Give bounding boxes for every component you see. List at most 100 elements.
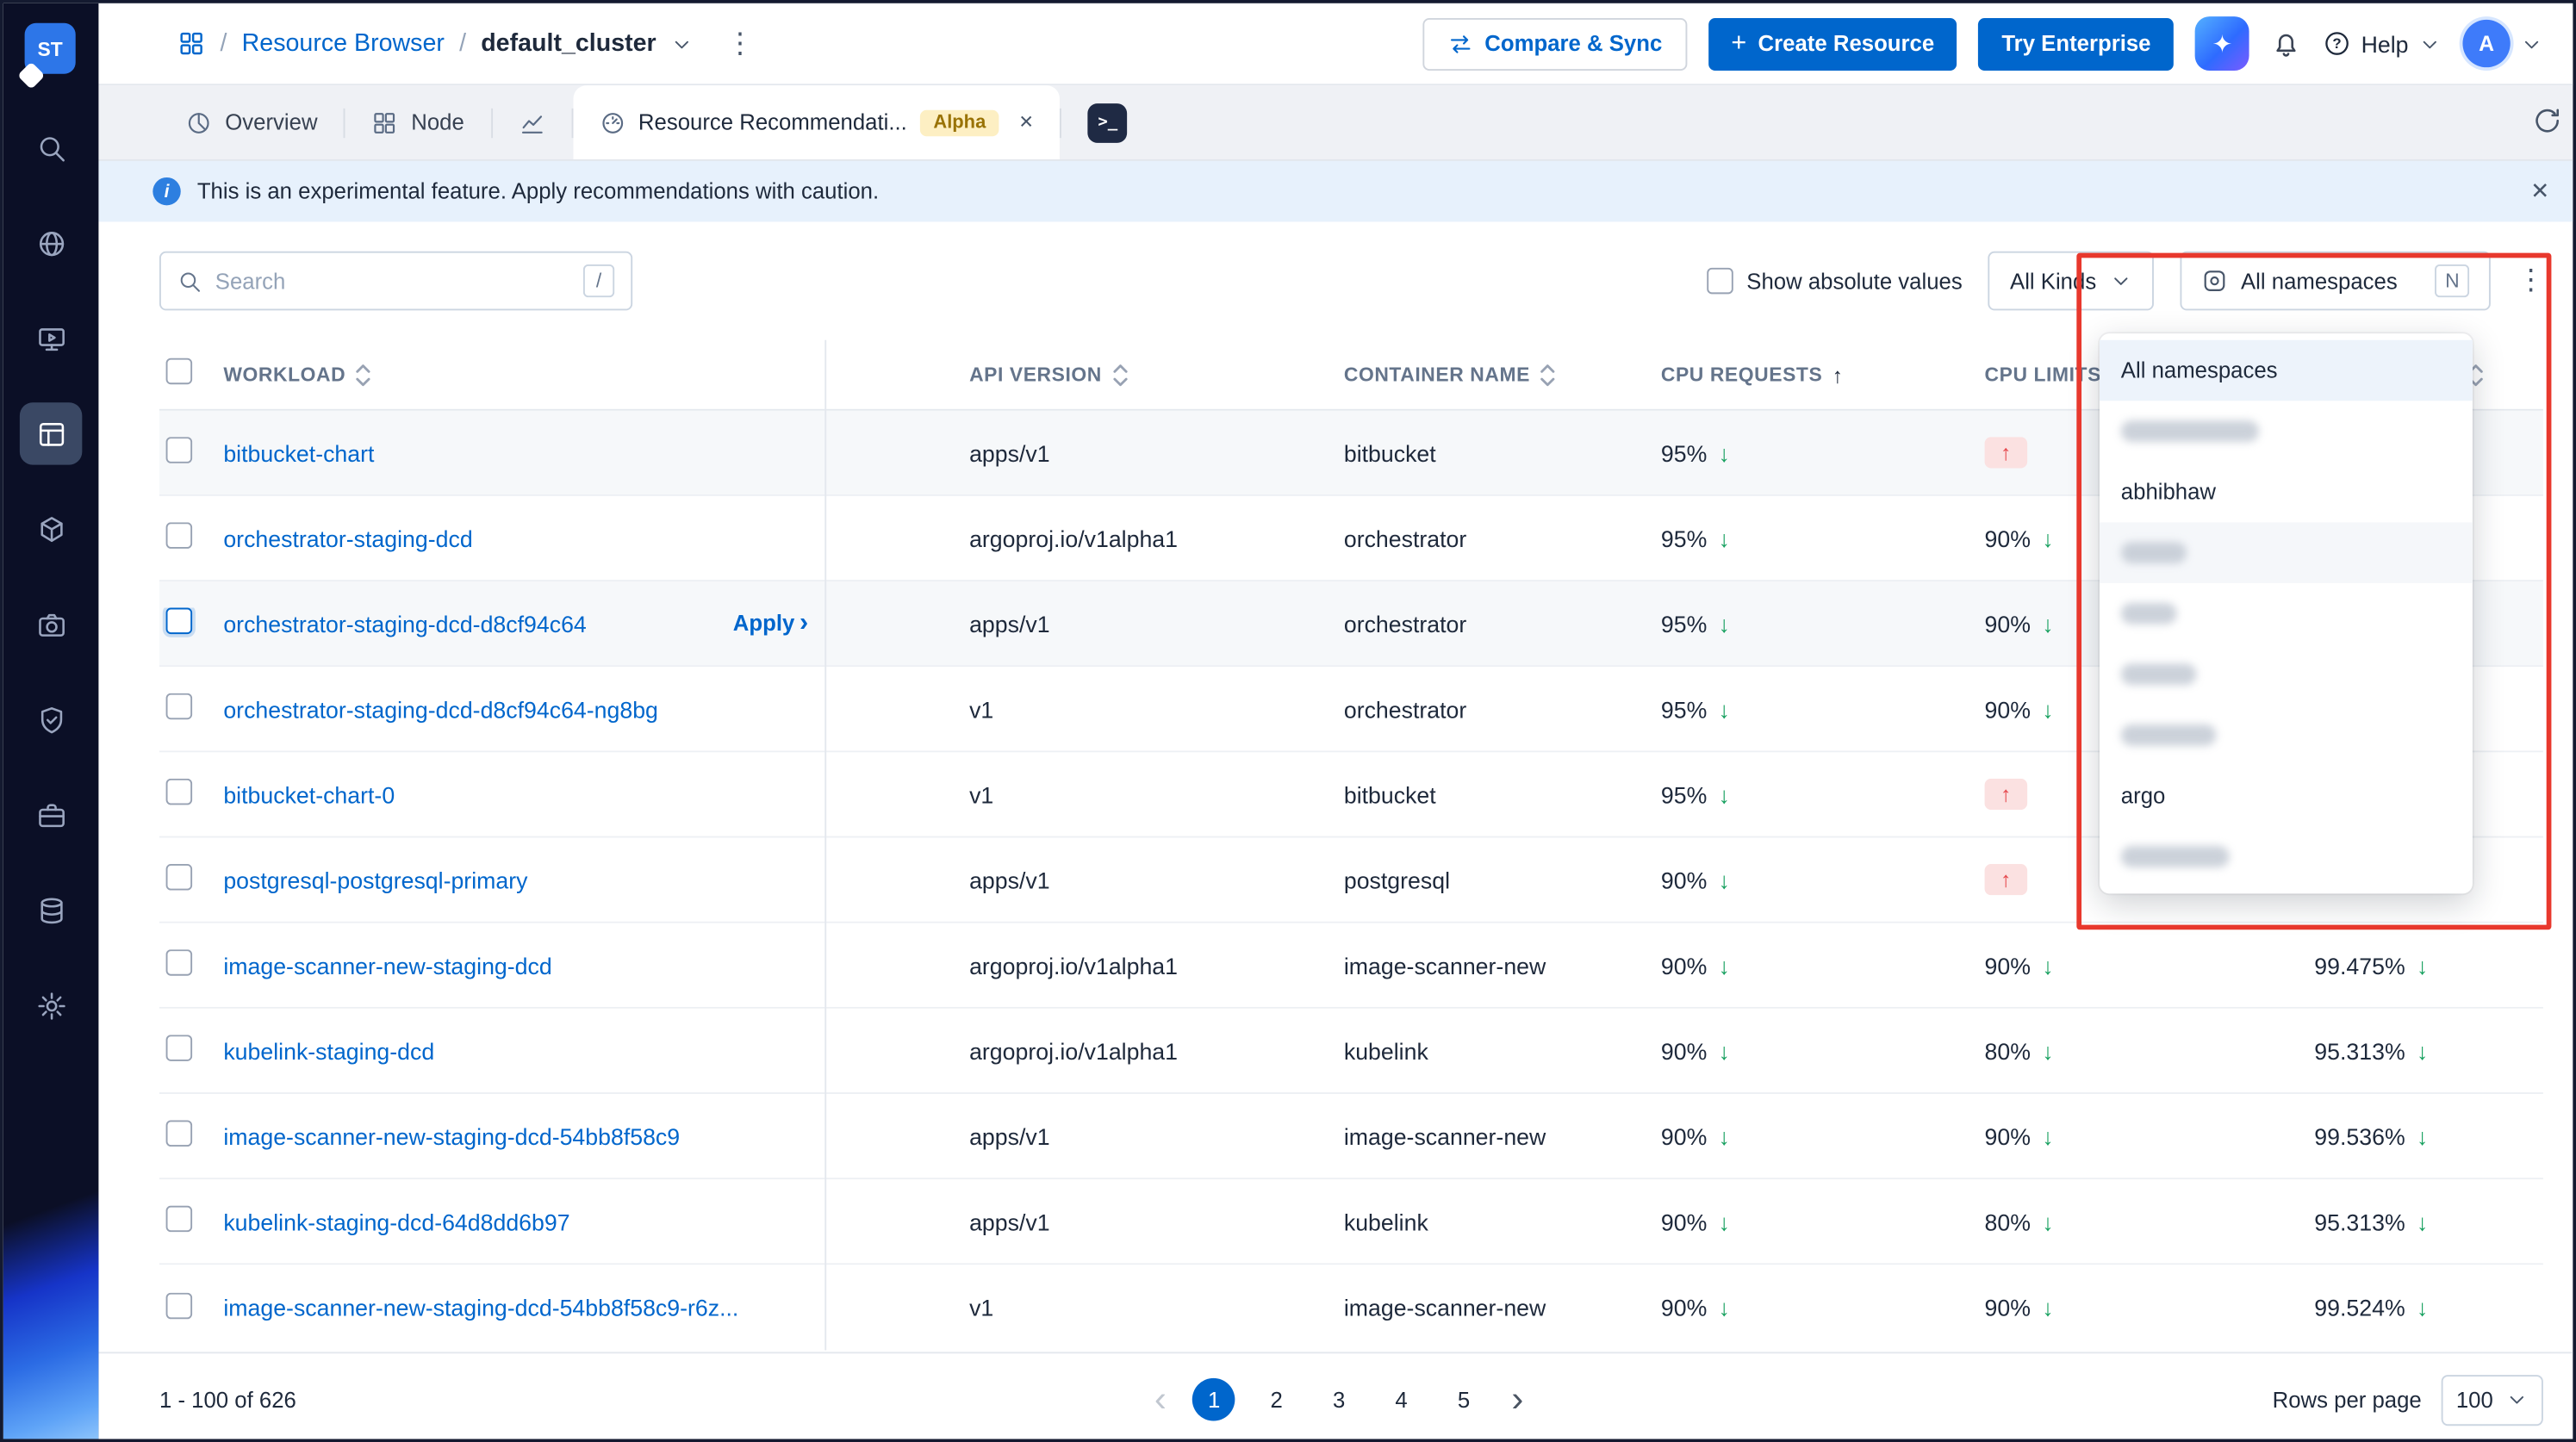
row-checkbox[interactable] — [165, 1035, 193, 1061]
api-version-cell: apps/v1 — [969, 439, 1050, 466]
workload-link[interactable]: postgresql-postgresql-primary — [223, 867, 527, 893]
sidebar-item-policies[interactable] — [20, 688, 82, 750]
chevron-down-icon — [2520, 32, 2543, 55]
more-options-kebab-icon[interactable]: ⋮ — [2517, 264, 2544, 297]
container-name-cell: image-scanner-new — [1343, 1294, 1546, 1321]
tab-monitoring[interactable] — [492, 85, 571, 159]
column-header-api-version[interactable]: API VERSION — [969, 362, 1344, 387]
create-resource-button[interactable]: + Create Resource — [1708, 17, 1957, 71]
org-logo[interactable]: ST — [17, 22, 84, 99]
sidebar-item-clusters[interactable] — [20, 212, 82, 274]
workload-link[interactable]: kubelink-staging-dcd-64d8dd6b97 — [223, 1209, 569, 1235]
namespace-option[interactable]: abhibhaw — [2100, 462, 2473, 523]
namespace-option-redacted[interactable] — [2100, 522, 2473, 583]
next-page-button[interactable]: › — [1505, 1381, 1530, 1418]
redacted-text — [2120, 724, 2217, 746]
tab-terminal[interactable]: >_ — [1061, 85, 1154, 159]
tab-overview[interactable]: Overview — [159, 85, 344, 159]
tab-close-icon[interactable]: ✕ — [1018, 112, 1034, 134]
cluster-menu-kebab-icon[interactable]: ⋮ — [725, 27, 755, 59]
banner-close-icon[interactable]: ✕ — [2530, 177, 2549, 205]
row-checkbox[interactable] — [165, 1291, 193, 1319]
workload-link[interactable]: bitbucket-chart — [223, 439, 374, 466]
svg-text:?: ? — [2333, 35, 2342, 52]
cpu-requests-cell: 95% ↓ — [1660, 610, 1731, 637]
search-box[interactable]: / — [159, 251, 633, 311]
prev-page-button[interactable]: ‹ — [1148, 1381, 1173, 1418]
show-absolute-values-label: Show absolute values — [1746, 268, 1963, 294]
kind-filter-dropdown[interactable]: All Kinds — [1988, 251, 2154, 311]
rows-per-page-select[interactable]: 100 — [2441, 1374, 2543, 1426]
workload-link[interactable]: image-scanner-new-staging-dcd-54bb8f58c9 — [223, 1122, 680, 1149]
compare-sync-button[interactable]: Compare & Sync — [1422, 17, 1687, 71]
namespace-option-redacted[interactable] — [2100, 583, 2473, 644]
briefcase-icon — [35, 799, 66, 830]
namespace-option-redacted[interactable] — [2100, 644, 2473, 705]
ai-assistant-button[interactable]: ✦ — [2195, 16, 2249, 71]
row-checkbox[interactable] — [165, 1120, 193, 1147]
workload-link[interactable]: image-scanner-new-staging-dcd — [223, 952, 551, 979]
show-absolute-values-checkbox[interactable] — [1707, 267, 1734, 295]
row-checkbox[interactable] — [165, 607, 193, 635]
show-absolute-values-toggle[interactable]: Show absolute values — [1707, 267, 1963, 295]
breadcrumb-resource-browser-link[interactable]: Resource Browser — [242, 29, 445, 57]
sidebar-item-applications[interactable] — [20, 308, 82, 370]
cluster-switch-chevron-icon[interactable] — [671, 32, 694, 55]
workload-link[interactable]: bitbucket-chart-0 — [223, 781, 395, 808]
container-name-cell: kubelink — [1343, 1208, 1428, 1235]
namespace-option-redacted[interactable] — [2100, 401, 2473, 462]
try-enterprise-button[interactable]: Try Enterprise — [1978, 17, 2175, 71]
row-checkbox[interactable] — [165, 1205, 193, 1233]
tab-node[interactable]: Node — [345, 85, 490, 159]
table-row[interactable]: image-scanner-new-staging-dcd-54bb8f58c9… — [159, 1265, 2543, 1351]
page-button-3[interactable]: 3 — [1317, 1378, 1360, 1421]
workload-link[interactable]: kubelink-staging-dcd — [223, 1037, 434, 1064]
column-header-container-name[interactable]: CONTAINER NAME — [1344, 362, 1661, 387]
user-menu[interactable]: A — [2462, 19, 2543, 68]
page-button-1[interactable]: 1 — [1192, 1377, 1235, 1421]
namespace-option-redacted[interactable] — [2100, 705, 2473, 766]
row-checkbox[interactable] — [165, 864, 193, 891]
row-checkbox[interactable] — [165, 522, 193, 549]
namespace-filter-dropdown[interactable]: All namespaces N — [2180, 251, 2491, 311]
row-checkbox[interactable] — [165, 693, 193, 720]
page-button-2[interactable]: 2 — [1255, 1378, 1298, 1421]
sidebar-item-jobs[interactable] — [20, 784, 82, 846]
workload-link[interactable]: image-scanner-new-staging-dcd-54bb8f58c9… — [223, 1295, 738, 1321]
table-row[interactable]: kubelink-staging-dcd-64d8dd6b97 apps/v1 ku… — [159, 1179, 2543, 1265]
row-checkbox[interactable] — [165, 778, 193, 805]
table-row[interactable]: image-scanner-new-staging-dcd argoproj.io… — [159, 923, 2543, 1009]
select-all-checkbox[interactable] — [165, 357, 193, 384]
page-button-4[interactable]: 4 — [1380, 1378, 1423, 1421]
tab-resource-recommendations[interactable]: Resource Recommendati... Alpha ✕ — [572, 85, 1061, 159]
arrow-down-icon: ↓ — [2417, 1208, 2429, 1235]
arrow-down-icon: ↓ — [2042, 525, 2054, 551]
sidebar-item-settings[interactable] — [20, 974, 82, 1036]
workload-link[interactable]: orchestrator-staging-dcd-d8cf94c64 — [223, 610, 586, 637]
namespace-option[interactable]: argo — [2100, 766, 2473, 827]
workload-link[interactable]: orchestrator-staging-dcd — [223, 525, 472, 551]
resource-browser-grid-icon[interactable] — [177, 29, 205, 57]
workload-link[interactable]: orchestrator-staging-dcd-d8cf94c64-ng8bg — [223, 696, 658, 723]
help-menu[interactable]: ? Help — [2324, 29, 2442, 57]
sidebar-item-security[interactable] — [20, 593, 82, 655]
notifications-button[interactable] — [2271, 28, 2302, 59]
column-header-cpu-requests[interactable]: CPU REQUESTS ↑ — [1661, 362, 1985, 387]
column-header-workload[interactable]: WORKLOAD — [223, 362, 969, 387]
apply-recommendation-link[interactable]: Apply › — [733, 610, 808, 637]
search-input[interactable] — [215, 268, 570, 294]
sidebar-item-stacks[interactable] — [20, 879, 82, 941]
namespace-option-redacted[interactable] — [2100, 826, 2473, 887]
sidebar-item-search[interactable] — [20, 116, 82, 178]
sidebar-item-chart-store[interactable] — [20, 498, 82, 560]
refresh-button[interactable] — [2532, 104, 2563, 140]
row-checkbox[interactable] — [165, 437, 193, 463]
page-button-5[interactable]: 5 — [1442, 1378, 1485, 1421]
row-checkbox[interactable] — [165, 949, 193, 976]
cpu-requests-cell: 90% ↓ — [1660, 866, 1731, 893]
table-row[interactable]: kubelink-staging-dcd argoproj.io/v1alpha1… — [159, 1008, 2543, 1094]
resource-browser-icon — [35, 418, 66, 449]
sidebar-item-resource-browser[interactable] — [19, 402, 83, 465]
table-row[interactable]: image-scanner-new-staging-dcd-54bb8f58c9… — [159, 1093, 2543, 1180]
namespace-option[interactable]: All namespaces — [2100, 339, 2473, 401]
